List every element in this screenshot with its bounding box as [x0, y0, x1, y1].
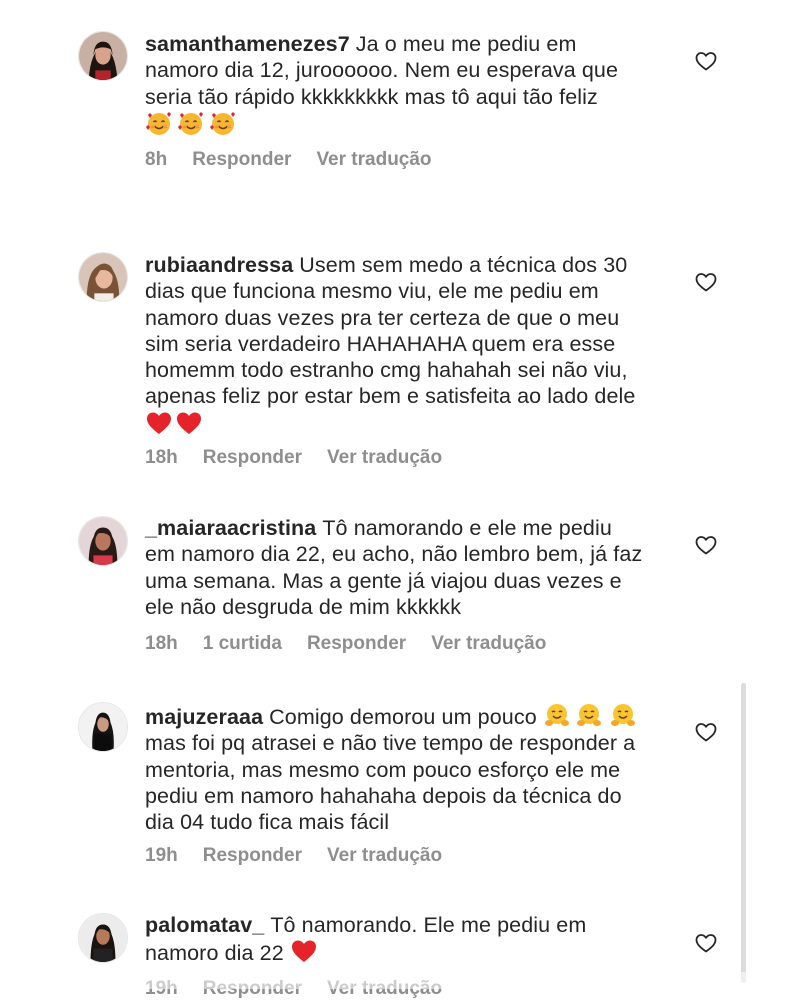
comment-time: 8h	[145, 149, 168, 170]
comment-username[interactable]: palomatav_	[145, 913, 264, 937]
reply-button[interactable]: Responder	[203, 447, 302, 468]
comment-text: palomatav_ Tô namorando. Ele me pediu em …	[145, 912, 645, 967]
red-heart-icon	[290, 938, 318, 964]
heart-outline-icon	[695, 536, 717, 555]
translate-button[interactable]: Ver tradução	[327, 845, 442, 866]
smiling-face-with-hearts-icon	[177, 110, 205, 136]
translate-button[interactable]: Ver tradução	[431, 633, 546, 654]
heart-outline-icon	[695, 934, 717, 953]
red-heart-icon	[175, 410, 203, 436]
comment-username[interactable]: rubiaandressa	[145, 253, 293, 277]
comment-username[interactable]: samanthamenezes7	[145, 32, 350, 56]
comment-time: 18h	[145, 447, 178, 468]
reply-button[interactable]: Responder	[203, 845, 302, 866]
comment-text: samanthamenezes7 Ja o meu me pediu em nam…	[145, 31, 645, 138]
comment-likes[interactable]: 1 curtida	[203, 633, 282, 654]
translate-button[interactable]: Ver tradução	[327, 447, 442, 468]
comment-meta: 19h Responder Ver tradução	[145, 845, 467, 867]
bottom-fade	[0, 972, 800, 989]
avatar[interactable]	[78, 252, 128, 302]
avatar[interactable]	[78, 516, 128, 566]
like-button[interactable]	[694, 270, 718, 294]
comment-message: mas foi pq atrasei e não tive tempo de r…	[145, 731, 636, 835]
comment-text: rubiaandressa Usem sem medo a técnica dos…	[145, 252, 645, 438]
comment-meta: 18h 1 curtida Responder Ver tradução	[145, 633, 571, 655]
smiling-face-with-hearts-icon	[209, 110, 237, 136]
heart-outline-icon	[695, 273, 717, 292]
comment-meta: 8h Responder Ver tradução	[145, 149, 457, 171]
like-button[interactable]	[694, 49, 718, 73]
like-button[interactable]	[694, 720, 718, 744]
comment-username[interactable]: majuzeraaa	[145, 705, 263, 729]
hugging-face-icon	[609, 702, 637, 728]
heart-outline-icon	[695, 723, 717, 742]
heart-outline-icon	[695, 52, 717, 71]
smiling-face-with-hearts-icon	[145, 110, 173, 136]
comment-meta: 18h Responder Ver tradução	[145, 447, 467, 469]
comment-text: _maiaraacristina Tô namorando e ele me pe…	[145, 515, 645, 620]
comment-time: 18h	[145, 633, 178, 654]
scrollbar[interactable]	[741, 683, 746, 983]
like-button[interactable]	[694, 931, 718, 955]
comment-text: majuzeraaa Comigo demorou um pouco mas fo…	[145, 702, 645, 835]
reply-button[interactable]: Responder	[307, 633, 406, 654]
comment-time: 19h	[145, 845, 178, 866]
avatar[interactable]	[78, 702, 128, 752]
translate-button[interactable]: Ver tradução	[316, 149, 431, 170]
red-heart-icon	[145, 410, 173, 436]
avatar[interactable]	[78, 913, 128, 963]
comment-username[interactable]: _maiaraacristina	[145, 516, 316, 540]
avatar[interactable]	[78, 31, 128, 81]
hugging-face-icon	[575, 702, 603, 728]
comment-message: Comigo demorou um pouco	[269, 705, 537, 729]
like-button[interactable]	[694, 533, 718, 557]
reply-button[interactable]: Responder	[192, 149, 291, 170]
hugging-face-icon	[543, 702, 571, 728]
